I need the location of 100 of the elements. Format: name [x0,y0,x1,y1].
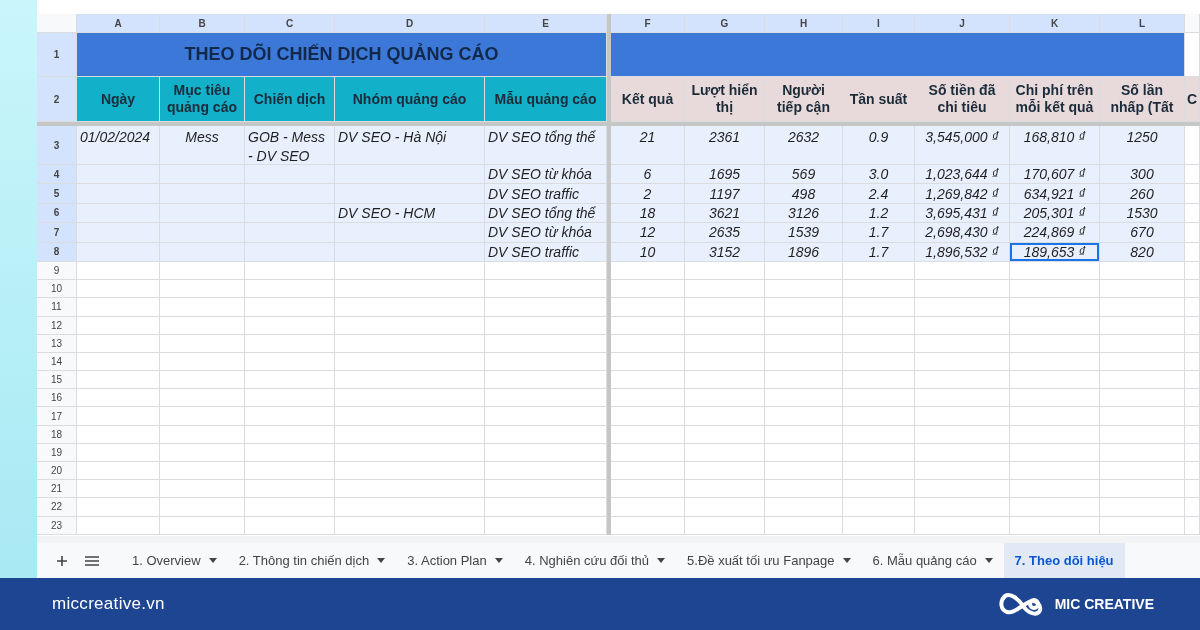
table-cell[interactable]: 12 [611,223,685,243]
row-number[interactable]: 21 [37,480,77,499]
column-header[interactable]: F [611,14,685,33]
table-cell[interactable] [245,280,335,299]
table-cell[interactable] [1100,498,1185,517]
table-cell[interactable] [245,184,335,204]
column-header[interactable]: A [77,14,160,33]
sheet-tab[interactable]: 2. Thông tin chiến dịch [227,543,397,578]
table-cell[interactable] [245,298,335,317]
column-header[interactable]: K [1010,14,1100,33]
table-cell[interactable] [1010,280,1100,299]
table-cell[interactable]: 18 [611,203,685,224]
table-cell[interactable] [843,371,915,390]
table-cell[interactable] [1100,298,1185,317]
table-cell[interactable] [160,462,245,481]
column-header[interactable]: I [843,14,915,33]
table-cell[interactable]: 21 [611,126,685,165]
table-cell[interactable] [245,242,335,262]
table-cell[interactable] [1185,184,1200,204]
table-cell[interactable] [1185,280,1200,299]
table-cell[interactable] [77,223,160,243]
table-cell[interactable]: 300 [1100,165,1185,185]
table-cell[interactable] [765,280,843,299]
table-cell[interactable] [1185,407,1200,426]
sheet-tab[interactable]: 6. Mẫu quảng cáo [861,543,1004,578]
table-cell[interactable] [77,389,160,408]
table-cell[interactable] [245,371,335,390]
table-cell[interactable] [245,462,335,481]
column-header[interactable]: D [335,14,485,33]
table-cell[interactable] [160,242,245,262]
table-cell[interactable]: 1,896,532 ₫ [915,242,1010,262]
table-cell[interactable] [765,298,843,317]
table-cell[interactable] [765,407,843,426]
table-cell[interactable]: 2632 [765,126,843,165]
table-cell[interactable] [915,371,1010,390]
table-cell[interactable]: 2,698,430 ₫ [915,223,1010,243]
table-cell[interactable]: 1,023,644 ₫ [915,165,1010,185]
table-cell[interactable] [245,480,335,499]
sheet-tab[interactable]: 3. Action Plan [396,543,514,578]
table-cell[interactable]: DV SEO - Hà Nội [335,126,485,165]
sheet-tab[interactable]: 5.Đề xuất tối ưu Fanpage [676,543,862,578]
table-cell[interactable] [77,371,160,390]
table-cell[interactable] [160,298,245,317]
table-cell[interactable] [245,389,335,408]
table-cell[interactable] [1185,298,1200,317]
row-number[interactable]: 8 [37,242,77,262]
table-cell[interactable]: 3,545,000 ₫ [915,126,1010,165]
table-cell[interactable]: DV SEO - HCM [335,203,485,224]
table-cell[interactable] [843,480,915,499]
table-cell[interactable] [335,184,485,204]
table-cell[interactable]: 0.9 [843,126,915,165]
table-cell[interactable] [245,165,335,185]
table-cell[interactable] [915,298,1010,317]
column-header[interactable]: B [160,14,245,33]
table-cell[interactable] [77,203,160,224]
table-cell[interactable] [915,498,1010,517]
column-header[interactable]: E [485,14,607,33]
table-cell[interactable] [685,371,765,390]
table-cell[interactable]: 634,921 ₫ [1010,184,1100,204]
table-cell[interactable]: 01/02/2024 [77,126,160,165]
table-cell[interactable] [335,371,485,390]
table-cell[interactable] [1100,407,1185,426]
table-cell[interactable]: Mess [160,126,245,165]
table-cell[interactable]: 1.2 [843,203,915,224]
table-cell[interactable] [1185,480,1200,499]
table-cell[interactable] [915,462,1010,481]
table-cell[interactable] [485,498,607,517]
table-cell[interactable]: 205,301 ₫ [1010,203,1100,224]
table-cell[interactable]: 1695 [685,165,765,185]
sheet-tab[interactable]: 7. Theo dõi hiệu [1003,543,1125,578]
table-cell[interactable] [335,242,485,262]
table-cell[interactable] [915,280,1010,299]
table-cell[interactable] [685,280,765,299]
row-number[interactable]: 10 [37,280,77,299]
table-cell[interactable] [77,165,160,185]
table-cell[interactable] [485,480,607,499]
table-cell[interactable] [611,498,685,517]
table-cell[interactable] [335,389,485,408]
table-cell[interactable]: 3621 [685,203,765,224]
table-cell[interactable] [77,298,160,317]
table-cell[interactable] [1010,371,1100,390]
table-cell[interactable] [335,407,485,426]
table-cell[interactable] [1010,407,1100,426]
table-cell[interactable]: 1530 [1100,203,1185,224]
table-cell[interactable]: 1.7 [843,223,915,243]
table-cell[interactable] [1100,480,1185,499]
table-cell[interactable] [160,280,245,299]
table-cell[interactable]: 3.0 [843,165,915,185]
table-cell[interactable] [335,298,485,317]
table-cell[interactable] [160,223,245,243]
table-cell[interactable] [1010,498,1100,517]
row-number[interactable]: 4 [37,165,77,185]
table-cell[interactable] [685,480,765,499]
table-cell[interactable] [843,498,915,517]
table-cell[interactable] [1010,462,1100,481]
table-cell[interactable] [685,407,765,426]
row-number[interactable]: 1 [37,33,77,77]
table-cell[interactable] [335,223,485,243]
table-cell[interactable] [1100,389,1185,408]
table-cell[interactable]: DV SEO từ khóa [485,223,607,243]
